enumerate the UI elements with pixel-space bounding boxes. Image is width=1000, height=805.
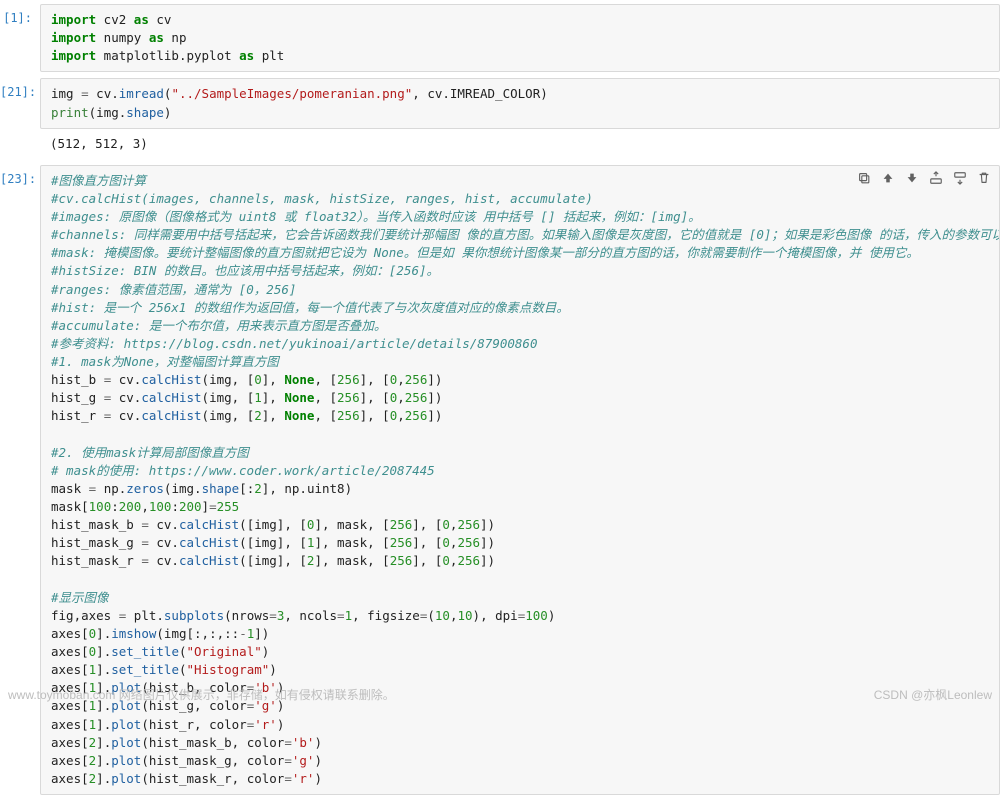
insert-below-icon [953,171,967,190]
up-button[interactable] [877,170,899,192]
watermark-right: CSDN @亦枫Leonlew [874,687,992,704]
duplicate-button[interactable] [853,170,875,192]
insert_above-button[interactable] [925,170,947,192]
insert-above-icon [929,171,943,190]
arrow-down-icon [905,171,919,190]
code-cell: [1]: import cv2 as cv import numpy as np… [0,4,1000,72]
duplicate-icon [857,171,871,190]
code-input[interactable]: import cv2 as cv import numpy as np impo… [40,4,1000,72]
arrow-up-icon [881,171,895,190]
notebook: [1]: import cv2 as cv import numpy as np… [0,4,1000,795]
code-input[interactable]: img = cv.imread("../SampleImages/pomeran… [40,78,1000,128]
cell-prompt: [1]: [0,4,40,72]
trash-icon [977,171,991,190]
cell-output: (512, 512, 3) [40,129,1000,159]
cell-prompt: [21]: [0,78,40,158]
insert_below-button[interactable] [949,170,971,192]
down-button[interactable] [901,170,923,192]
code-cell: [21]: img = cv.imread("../SampleImages/p… [0,78,1000,158]
delete-button[interactable] [973,170,995,192]
cell-toolbar [853,170,995,192]
watermark-left: www.toymoban.com 网络图片仅供展示，非存储，如有侵权请联系删除。 [8,687,395,704]
